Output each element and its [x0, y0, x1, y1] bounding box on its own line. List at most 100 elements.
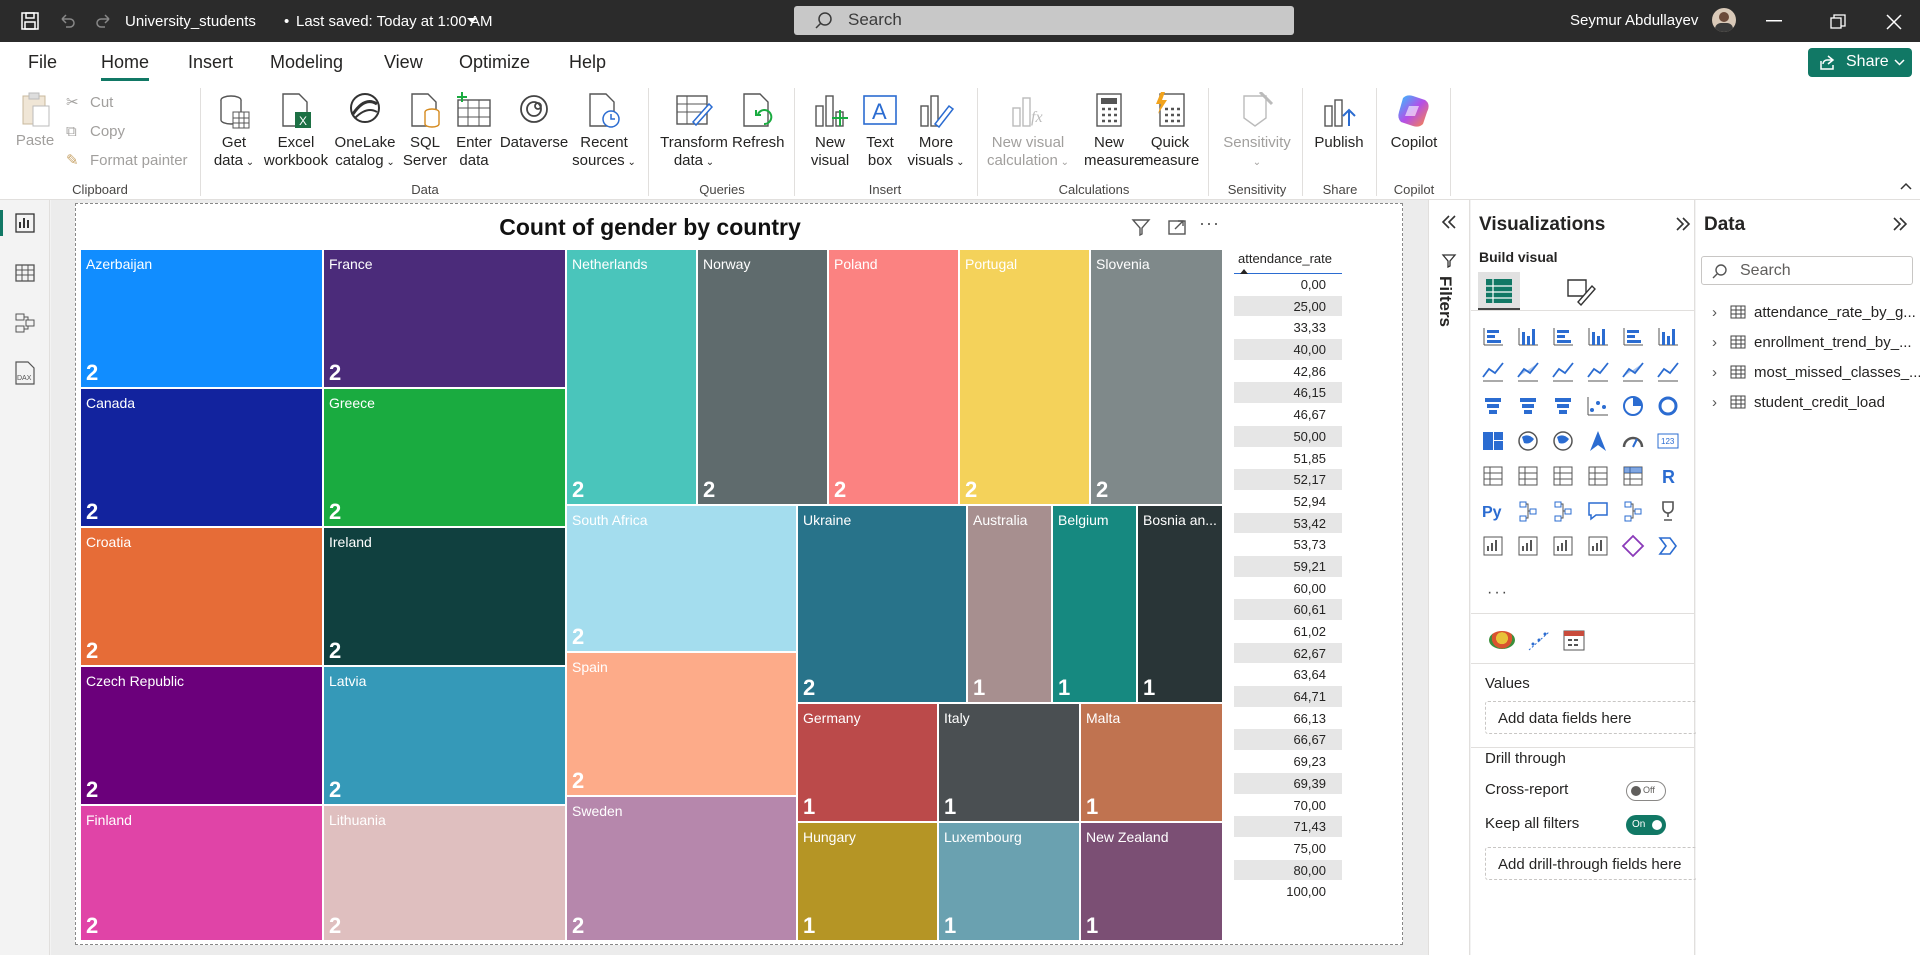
treemap-tile[interactable]: Sweden 2	[566, 796, 797, 941]
recent-sources-button[interactable]: Recent sources ⌄	[572, 92, 636, 172]
treemap-tile[interactable]: Croatia 2	[80, 527, 323, 666]
stacked-bar-icon[interactable]	[1481, 324, 1505, 348]
100-bar-icon[interactable]	[1621, 324, 1645, 348]
chevron-right-icon[interactable]: ›	[1712, 304, 1726, 321]
slicer-value[interactable]: 63,64	[1234, 664, 1342, 687]
slicer-value[interactable]: 33,33	[1234, 317, 1342, 340]
card-icon[interactable]: 123	[1656, 429, 1680, 453]
table-icon[interactable]	[1586, 464, 1610, 488]
100-column-icon[interactable]	[1656, 324, 1680, 348]
values-drop-zone[interactable]: Add data fields here	[1485, 701, 1697, 734]
treemap-tile[interactable]: Ireland 2	[323, 527, 566, 666]
treemap-tile[interactable]: Slovenia 2	[1090, 249, 1223, 505]
narrative-icon[interactable]	[1621, 499, 1645, 523]
data-table-item[interactable]: › most_missed_classes_...	[1712, 364, 1920, 381]
minimize-icon[interactable]	[1766, 20, 1782, 22]
enter-data-button[interactable]: Enter data	[452, 92, 496, 170]
treemap-tile[interactable]: Poland 2	[828, 249, 959, 505]
slicer-value[interactable]: 62,67	[1234, 642, 1342, 665]
copilot-button[interactable]: Copilot	[1384, 92, 1444, 152]
slicer-value[interactable]: 61,02	[1234, 621, 1342, 643]
funnel-icon[interactable]	[1551, 394, 1575, 418]
data-search-input[interactable]: Search	[1701, 256, 1913, 285]
area-icon[interactable]	[1516, 359, 1540, 383]
copy-button[interactable]: ⧉ Copy	[66, 123, 125, 141]
treemap-tile[interactable]: Belgium 1	[1052, 505, 1137, 703]
treemap-tile[interactable]: Czech Republic 2	[80, 666, 323, 805]
slicer-icon[interactable]	[1551, 464, 1575, 488]
treemap-tile[interactable]: Bosnia an... 1	[1137, 505, 1223, 703]
format-painter-button[interactable]: ✎ Format painter	[66, 152, 188, 170]
treemap-tile[interactable]: Latvia 2	[323, 666, 566, 805]
sensitivity-button[interactable]: Sensitivity ⌄	[1220, 92, 1294, 172]
sort-ascending-icon[interactable]	[1240, 269, 1248, 274]
treemap-tile[interactable]: Italy 1	[938, 703, 1080, 822]
global-search[interactable]: Search	[794, 6, 1294, 35]
slicer-value[interactable]: 80,00	[1234, 859, 1342, 882]
publish-button[interactable]: Publish	[1310, 92, 1368, 152]
line-icon[interactable]	[1481, 359, 1505, 383]
data-table-item[interactable]: › enrollment_trend_by_...	[1712, 334, 1912, 351]
slicer-value[interactable]: 46,15	[1234, 382, 1342, 405]
slicer-value[interactable]: 51,85	[1234, 448, 1342, 470]
scatter-trend-icon[interactable]	[1527, 628, 1551, 652]
filled-map-icon[interactable]	[1551, 429, 1575, 453]
slicer-value[interactable]: 52,17	[1234, 469, 1342, 491]
collapse-pane-icon[interactable]	[1892, 216, 1908, 232]
card-new-icon[interactable]	[1516, 534, 1540, 558]
kpi-icon[interactable]	[1516, 464, 1540, 488]
more-options-icon[interactable]: ···	[1199, 213, 1220, 234]
python-visual-icon[interactable]: Py	[1481, 499, 1505, 523]
treemap-tile[interactable]: Portugal 2	[959, 249, 1090, 505]
attendance-slicer[interactable]: attendance_rate 0,00 25,00 33,33 40,00 42,86…	[1234, 248, 1342, 903]
slicer-value[interactable]: 100,00	[1234, 881, 1342, 903]
text-box-button[interactable]: A Text box	[858, 92, 902, 170]
donut-icon[interactable]	[1656, 394, 1680, 418]
paste-button[interactable]: Paste	[12, 92, 58, 150]
user-name[interactable]: Seymur Abdullayev	[1570, 12, 1698, 29]
treemap-tile[interactable]: South Africa 2	[566, 505, 797, 652]
qa-icon[interactable]	[1586, 499, 1610, 523]
key-influencers-icon[interactable]	[1516, 499, 1540, 523]
slicer-value[interactable]: 70,00	[1234, 795, 1342, 817]
goals-icon[interactable]	[1656, 499, 1680, 523]
treemap-tile[interactable]: Spain 2	[566, 652, 797, 796]
treemap[interactable]: Azerbaijan 2 France 2 Canada 2 Greece 2 Croatia 2…	[80, 249, 1223, 941]
treemap-tile[interactable]: Greece 2	[323, 388, 566, 527]
line-column-icon[interactable]	[1621, 359, 1645, 383]
menu-optimize[interactable]: Optimize	[459, 52, 530, 73]
treemap-tile[interactable]: France 2	[323, 249, 566, 388]
menu-home[interactable]: Home	[101, 52, 149, 73]
slicer-value[interactable]: 60,00	[1234, 578, 1342, 600]
data-table-item[interactable]: › attendance_rate_by_g...	[1712, 304, 1916, 321]
treemap-tile[interactable]: New Zealand 1	[1080, 822, 1223, 941]
filter-icon[interactable]	[1131, 217, 1151, 237]
menu-help[interactable]: Help	[569, 52, 606, 73]
slicer-value[interactable]: 71,43	[1234, 816, 1342, 838]
transform-data-button[interactable]: Transform data ⌄	[656, 92, 732, 172]
slicer-value[interactable]: 64,71	[1234, 686, 1342, 708]
clustered-column-icon[interactable]	[1586, 324, 1610, 348]
ribbon-icon[interactable]	[1481, 394, 1505, 418]
map-visual-icon[interactable]	[1489, 631, 1515, 649]
sql-server-button[interactable]: SQL Server	[400, 92, 450, 170]
azure-map-icon[interactable]	[1586, 429, 1610, 453]
slicer-value[interactable]: 50,00	[1234, 425, 1342, 448]
chevron-right-icon[interactable]: ›	[1712, 364, 1726, 381]
paginated-icon[interactable]	[1481, 534, 1505, 558]
dataverse-button[interactable]: Dataverse	[498, 92, 570, 152]
treemap-tile[interactable]: Germany 1	[797, 703, 938, 822]
treemap-tile[interactable]: Ukraine 2	[797, 505, 967, 703]
new-visual-calculation-button[interactable]: fx New visual calculation ⌄	[984, 92, 1072, 172]
100-area-icon[interactable]	[1586, 359, 1610, 383]
power-apps-icon[interactable]	[1621, 534, 1645, 558]
treemap-tile[interactable]: Netherlands 2	[566, 249, 697, 505]
filters-pane[interactable]: Filters	[1428, 200, 1470, 955]
slicer-value[interactable]: 53,73	[1234, 534, 1342, 556]
onelake-catalog-button[interactable]: OneLake catalog ⌄	[332, 92, 398, 172]
new-measure-button[interactable]: New measure	[1084, 92, 1142, 170]
slicer-value[interactable]: 0,00	[1234, 274, 1342, 296]
menu-view[interactable]: View	[384, 52, 423, 73]
drill-through-drop-zone[interactable]: Add drill-through fields here	[1485, 847, 1697, 880]
slicer-value[interactable]: 59,21	[1234, 555, 1342, 578]
